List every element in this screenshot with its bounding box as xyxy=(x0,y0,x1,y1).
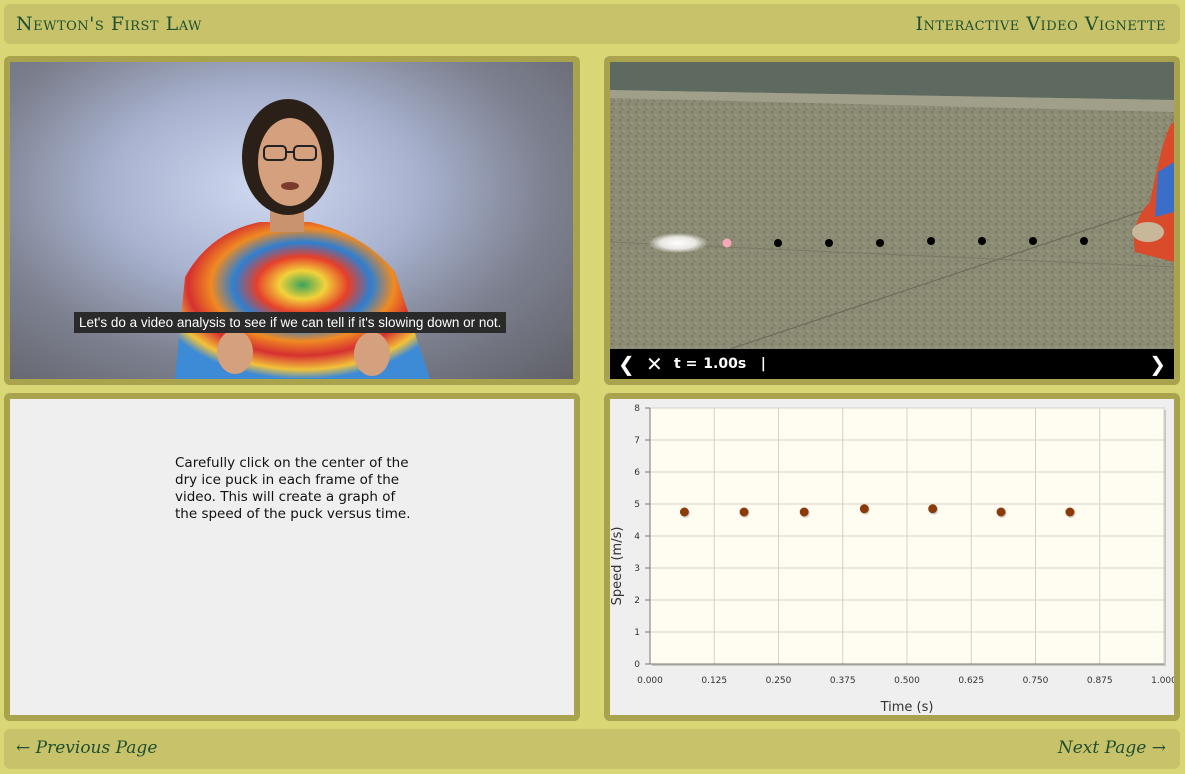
presenter-video[interactable]: Let's do a video analysis to see if we c… xyxy=(10,62,573,379)
frame-marker xyxy=(978,237,986,245)
x-tick-label: 0.875 xyxy=(1087,676,1113,686)
x-tick-label: 0.625 xyxy=(958,676,984,686)
instructions-area: Carefully click on the center of the dry… xyxy=(10,399,574,715)
analysis-video[interactable]: ❮ ✕ t = 1.00s | ❯ xyxy=(610,62,1174,379)
video-controls: ❮ ✕ t = 1.00s | ❯ xyxy=(610,349,1174,379)
y-tick-label: 4 xyxy=(634,532,640,542)
presenter-video-panel: Let's do a video analysis to see if we c… xyxy=(4,56,580,385)
data-point xyxy=(859,504,869,514)
x-tick-label: 0.375 xyxy=(830,676,856,686)
frame-marker xyxy=(876,239,884,247)
x-tick-label: 0.500 xyxy=(894,676,920,686)
y-tick-label: 1 xyxy=(634,628,640,638)
y-tick-label: 3 xyxy=(634,564,640,574)
x-axis-label: Time (s) xyxy=(880,700,934,715)
data-point xyxy=(996,507,1006,517)
y-tick-label: 0 xyxy=(634,660,640,670)
frame-marker xyxy=(927,237,935,245)
time-prefix: t = xyxy=(674,356,698,372)
y-tick-label: 6 xyxy=(634,468,640,478)
data-point xyxy=(679,507,689,517)
frame-marker xyxy=(774,239,782,247)
instructions-panel: Carefully click on the center of the dry… xyxy=(4,393,580,721)
x-tick-label: 0.750 xyxy=(1023,676,1049,686)
close-icon[interactable]: ✕ xyxy=(646,349,663,379)
time-readout: t = 1.00s | xyxy=(674,349,766,379)
y-tick-label: 8 xyxy=(634,404,640,414)
frame-marker xyxy=(825,239,833,247)
chevron-right-icon[interactable]: ❯ xyxy=(1149,349,1166,379)
next-page-link[interactable]: Next Page → xyxy=(1058,738,1166,758)
data-point xyxy=(928,504,938,514)
speed-time-chart: 0.000 0.125 0.250 0.375 0.500 0.625 0.750 0.875… xyxy=(610,404,1174,715)
page-title: Newton's First Law xyxy=(16,13,202,35)
footer-bar: ← Previous Page Next Page → xyxy=(4,729,1180,769)
chevron-left-icon[interactable]: ❮ xyxy=(618,349,635,379)
data-point xyxy=(799,507,809,517)
frame-markers xyxy=(722,237,1088,248)
time-value: 1.00s xyxy=(703,356,747,372)
y-tick-label: 5 xyxy=(634,500,640,510)
x-tick-label: 0.000 xyxy=(637,676,663,686)
current-frame-marker xyxy=(722,238,732,248)
graph-area: 0.000 0.125 0.250 0.375 0.500 0.625 0.750 0.875… xyxy=(610,399,1174,715)
frame-marker xyxy=(1029,237,1037,245)
frame-marker xyxy=(1080,237,1088,245)
instructions-text: Carefully click on the center of the dry… xyxy=(175,455,411,522)
app-title: Interactive Video Vignette xyxy=(915,13,1166,35)
text-cursor: | xyxy=(760,356,766,372)
x-tick-label: 1.000 xyxy=(1151,676,1174,686)
x-tick-label: 0.250 xyxy=(766,676,792,686)
header-bar: Newton's First Law Interactive Video Vig… xyxy=(4,4,1180,44)
y-tick-label: 7 xyxy=(634,436,640,446)
graph-panel: 0.000 0.125 0.250 0.375 0.500 0.625 0.750 0.875… xyxy=(604,393,1180,721)
previous-page-link[interactable]: ← Previous Page xyxy=(16,738,157,758)
data-point xyxy=(739,507,749,517)
y-tick-label: 2 xyxy=(634,596,640,606)
data-point xyxy=(1065,507,1075,517)
analysis-video-panel: ❮ ✕ t = 1.00s | ❯ xyxy=(604,56,1180,385)
y-axis-label: Speed (m/s) xyxy=(610,527,625,606)
video-caption: Let's do a video analysis to see if we c… xyxy=(74,312,507,333)
x-tick-label: 0.125 xyxy=(701,676,727,686)
